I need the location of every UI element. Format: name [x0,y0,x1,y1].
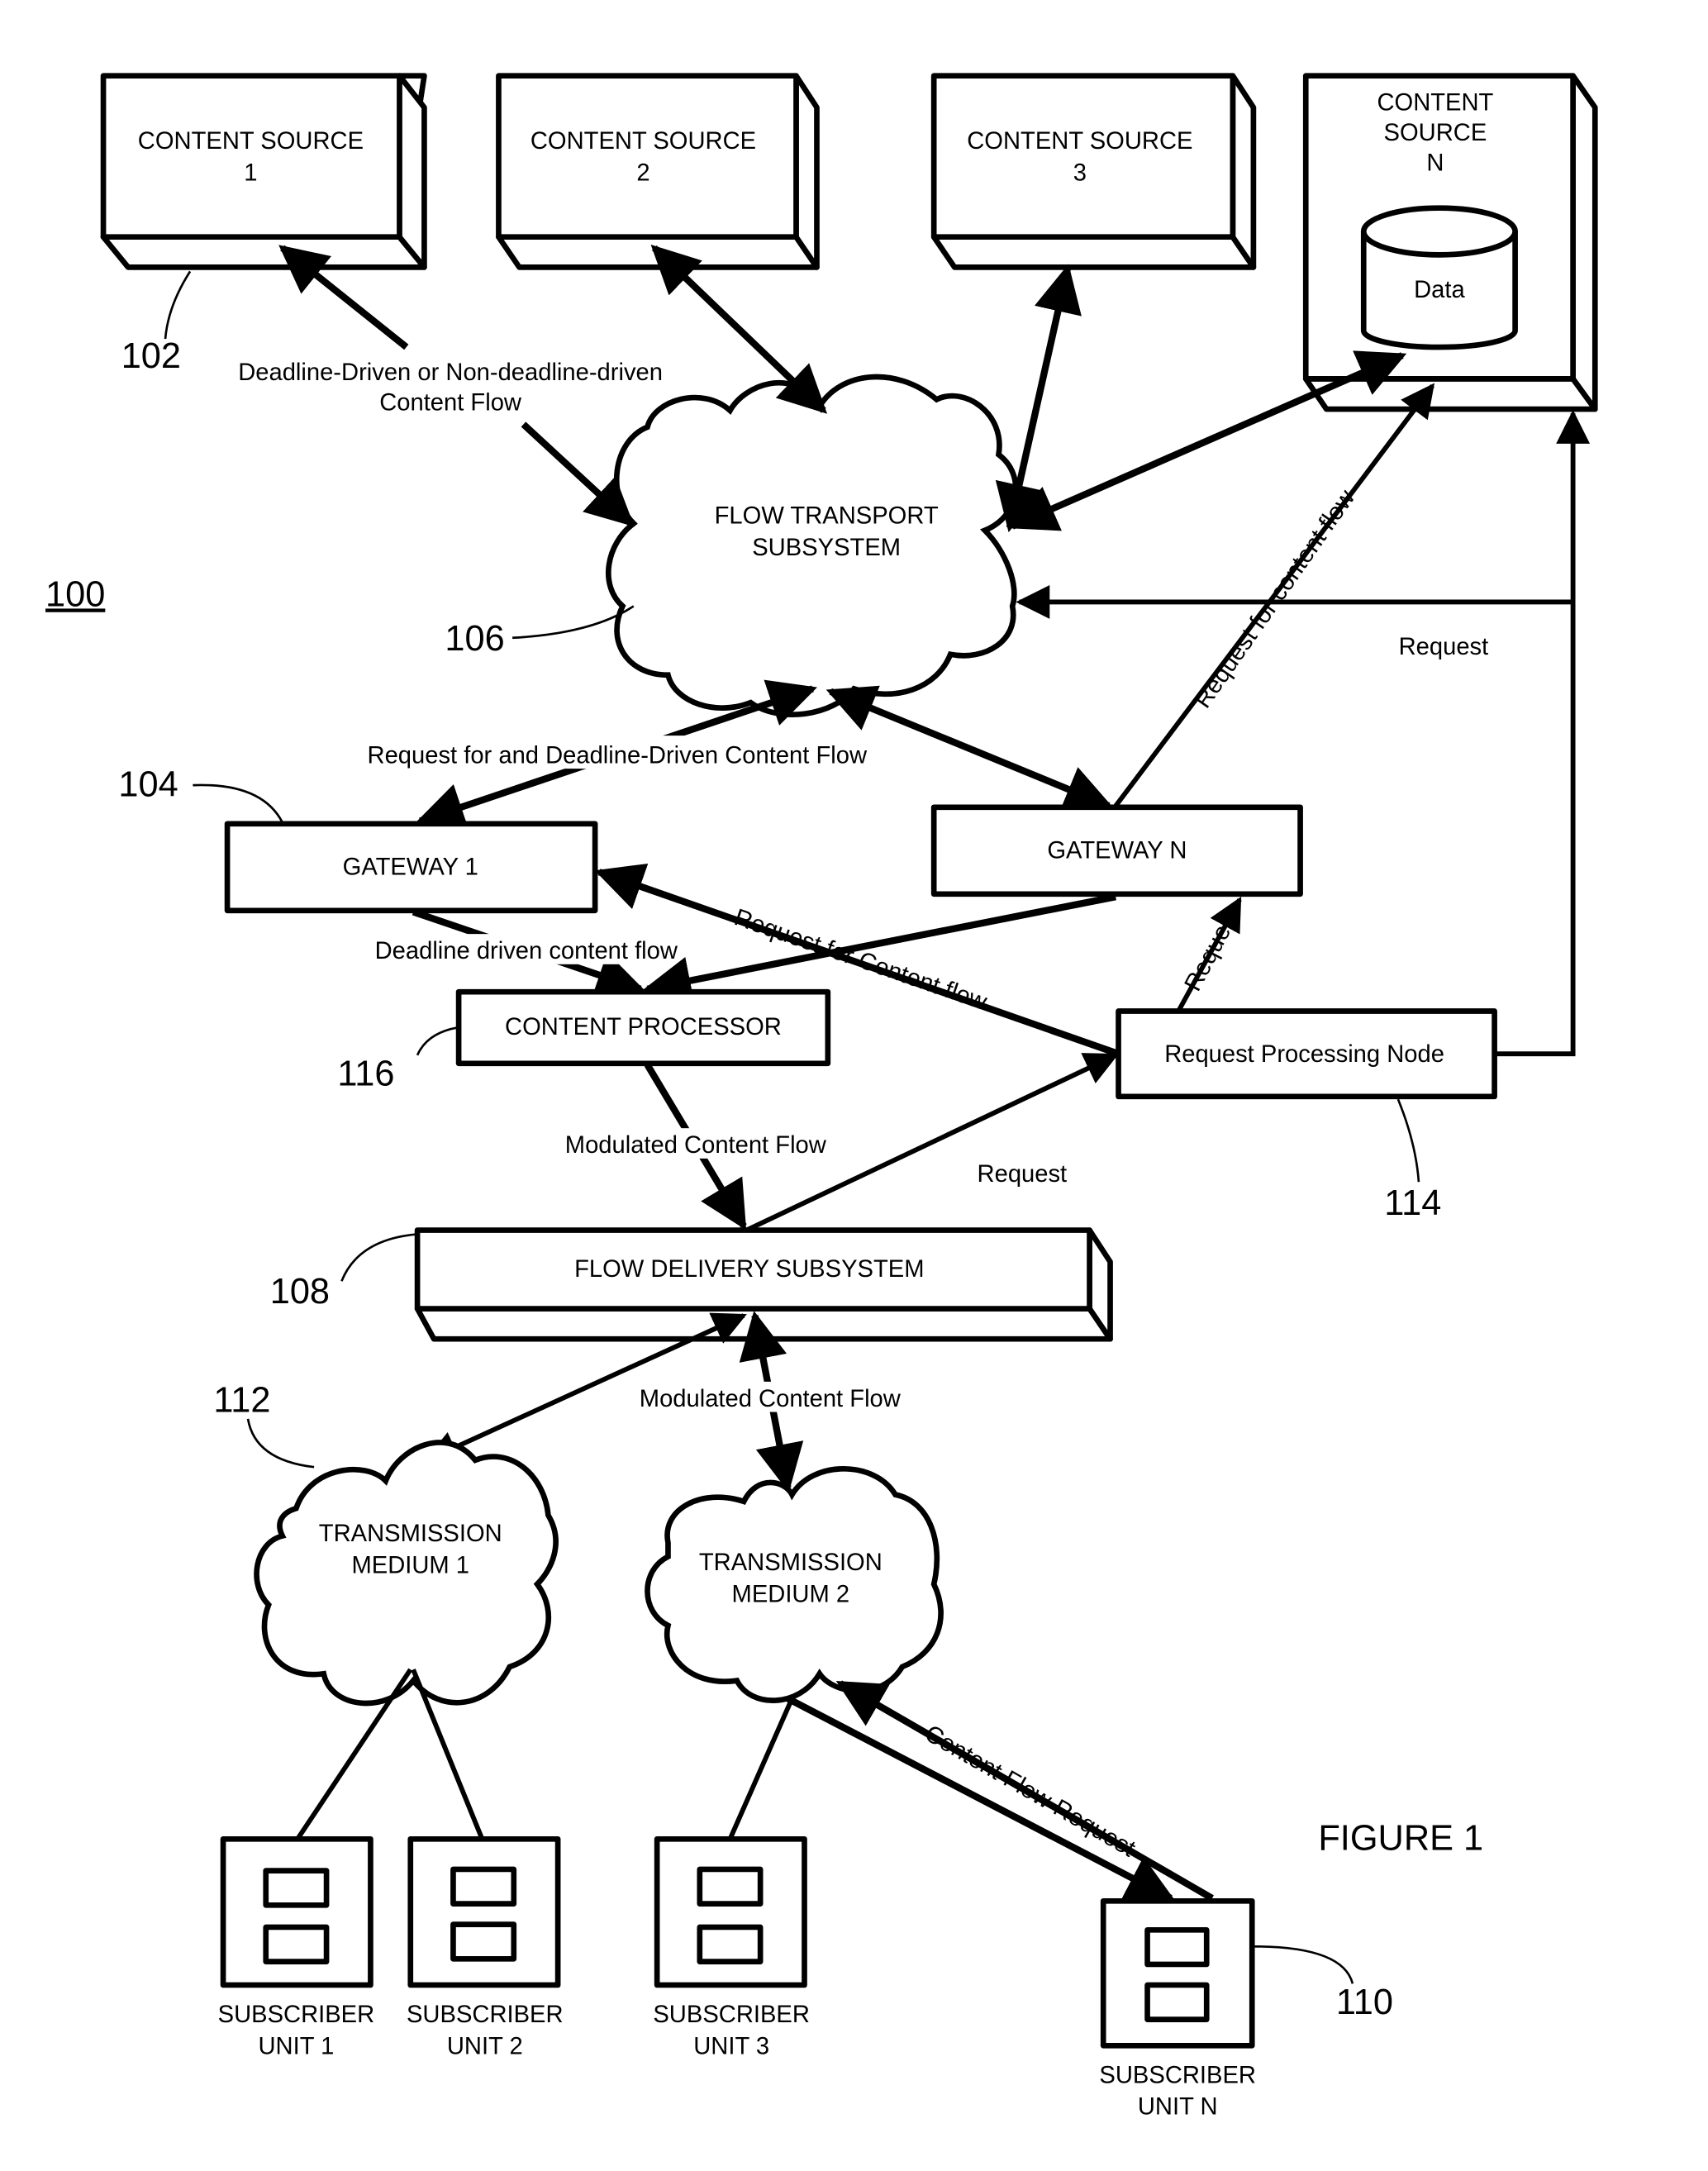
transmission-medium-2-line1: TRANSMISSION [699,1550,883,1576]
subscriber-unit-n-line1: SUBSCRIBER [1099,2062,1256,2088]
subscriber-unit-2-line1: SUBSCRIBER [407,2002,564,2028]
ref-116: 116 [337,1055,394,1094]
ref-104-leader [193,783,283,823]
ref-112-leader [246,1418,315,1469]
subscriber-unit-3: SUBSCRIBER UNIT 3 [653,1835,810,2059]
label-modulated-2: Modulated Content Flow [640,1386,902,1412]
transmission-medium-2-line2: MEDIUM 2 [732,1582,850,1608]
content-processor-label: CONTENT PROCESSOR [505,1014,782,1040]
unit-slot-icon [263,1868,330,1908]
label-source-flow-1: Deadline-Driven or Non-deadline-driven [238,359,663,386]
subscriber-unit-3-line1: SUBSCRIBER [653,2002,810,2028]
flow-transport-line1: FLOW TRANSPORT [715,502,939,529]
label-content-flow-request: Content Flow Request [920,1721,1139,1863]
ref-102: 102 [121,336,181,376]
unit-slot-icon [450,1866,517,1907]
label-request-delivery: Request [978,1161,1068,1188]
arrow-source2-transport [650,244,828,414]
label-source-flow-2: Content Flow [379,390,522,417]
figure-title: FIGURE 1 [1318,1819,1483,1859]
content-source-1: CONTENT SOURCE 1 [100,73,427,270]
flow-transport-line2: SUBSYSTEM [752,535,901,561]
ref-110: 110 [1336,1983,1393,2022]
subscriber-unit-1-line2: UNIT 1 [259,2033,335,2059]
content-source-3-number: 3 [1073,159,1087,186]
content-source-2: CONTENT SOURCE 2 [496,73,820,270]
content-source-n: CONTENT SOURCE N Data [1302,73,1598,412]
request-processing-node: Request Processing Node [1116,1008,1497,1100]
flow-delivery-subsystem: FLOW DELIVERY SUBSYSTEM [414,1227,1113,1342]
request-processing-node-label: Request Processing Node [1164,1041,1444,1068]
ref-114-leader [1396,1098,1420,1183]
unit-slot-icon [697,1866,764,1907]
subscriber-unit-n: SUBSCRIBER UNIT N [1099,1897,1256,2121]
content-source-n-line2: SOURCE [1384,120,1487,146]
content-source-1-title: CONTENT SOURCE [138,128,364,155]
subscriber-unit-3-line2: UNIT 3 [693,2033,769,2059]
link-medium2-unit3 [727,1697,795,1840]
ref-108-leader [340,1233,416,1282]
subscriber-unit-2-line2: UNIT 2 [447,2033,523,2059]
content-source-n-line1: CONTENT [1377,89,1493,116]
system-ref: 100 [45,574,105,614]
arrow-medium2-unitN [786,1695,1176,1902]
transmission-medium-2: TRANSMISSION MEDIUM 2 [645,1465,944,1703]
unit-slot-icon [1144,1982,1210,2022]
subscriber-unit-2: SUBSCRIBER UNIT 2 [407,1835,564,2059]
ref-104: 104 [118,764,178,804]
unit-slot-icon [697,1924,764,1964]
label-request-right: Request [1399,634,1489,660]
ref-110-leader [1253,1945,1354,1984]
content-source-n-line3: N [1426,150,1444,177]
subscriber-unit-1: SUBSCRIBER UNIT 1 [218,1835,375,2059]
content-source-1-number: 1 [244,159,257,186]
content-source-3: CONTENT SOURCE 3 [930,73,1257,270]
gateway-1-label: GATEWAY 1 [343,854,478,880]
gateway-1: GATEWAY 1 [224,821,598,914]
transmission-medium-1-line2: MEDIUM 1 [351,1553,469,1579]
system-diagram: CONTENT SOURCE 1 CONTENT SOURCE 2 CONTEN… [45,73,1598,2121]
unit-slot-icon [450,1921,517,1962]
unit-slot-icon [1144,1926,1210,1968]
label-gateway-flow: Request for and Deadline-Driven Content … [368,742,868,769]
ref-116-leader [416,1026,458,1056]
arrow-source3-transport [995,264,1082,533]
flow-delivery-label: FLOW DELIVERY SUBSYSTEM [574,1256,924,1283]
label-request-for-content-flow: Request for content flow [1190,484,1361,713]
subscriber-unit-1-line1: SUBSCRIBER [218,2002,375,2028]
content-source-3-title: CONTENT SOURCE [967,128,1192,155]
flow-transport-cloud: FLOW TRANSPORT SUBSYSTEM [605,374,1019,717]
ref-108: 108 [270,1272,330,1312]
ref-102-leader [164,270,192,340]
arrow-rpn-sourceN [1494,409,1591,1057]
transmission-medium-1-line1: TRANSMISSION [319,1521,502,1547]
transmission-medium-1: TRANSMISSION MEDIUM 1 [254,1440,559,1707]
unit-slot-icon [263,1924,330,1964]
label-request-gateway-n: Request [1180,904,1245,996]
gateway-n-label: GATEWAY N [1047,837,1187,864]
subscriber-unit-n-line2: UNIT N [1138,2094,1218,2121]
database-icon: Data [1360,205,1518,350]
ref-114: 114 [1384,1183,1441,1223]
content-source-2-title: CONTENT SOURCE [530,128,756,155]
content-processor: CONTENT PROCESSOR [455,988,831,1067]
label-deadline-driven: Deadline driven content flow [375,938,678,964]
ref-106: 106 [445,619,504,659]
database-label: Data [1414,277,1465,303]
label-modulated-1: Modulated Content Flow [565,1132,827,1159]
ref-112: 112 [213,1381,270,1421]
gateway-n: GATEWAY N [930,804,1303,897]
content-source-2-number: 2 [636,159,649,186]
